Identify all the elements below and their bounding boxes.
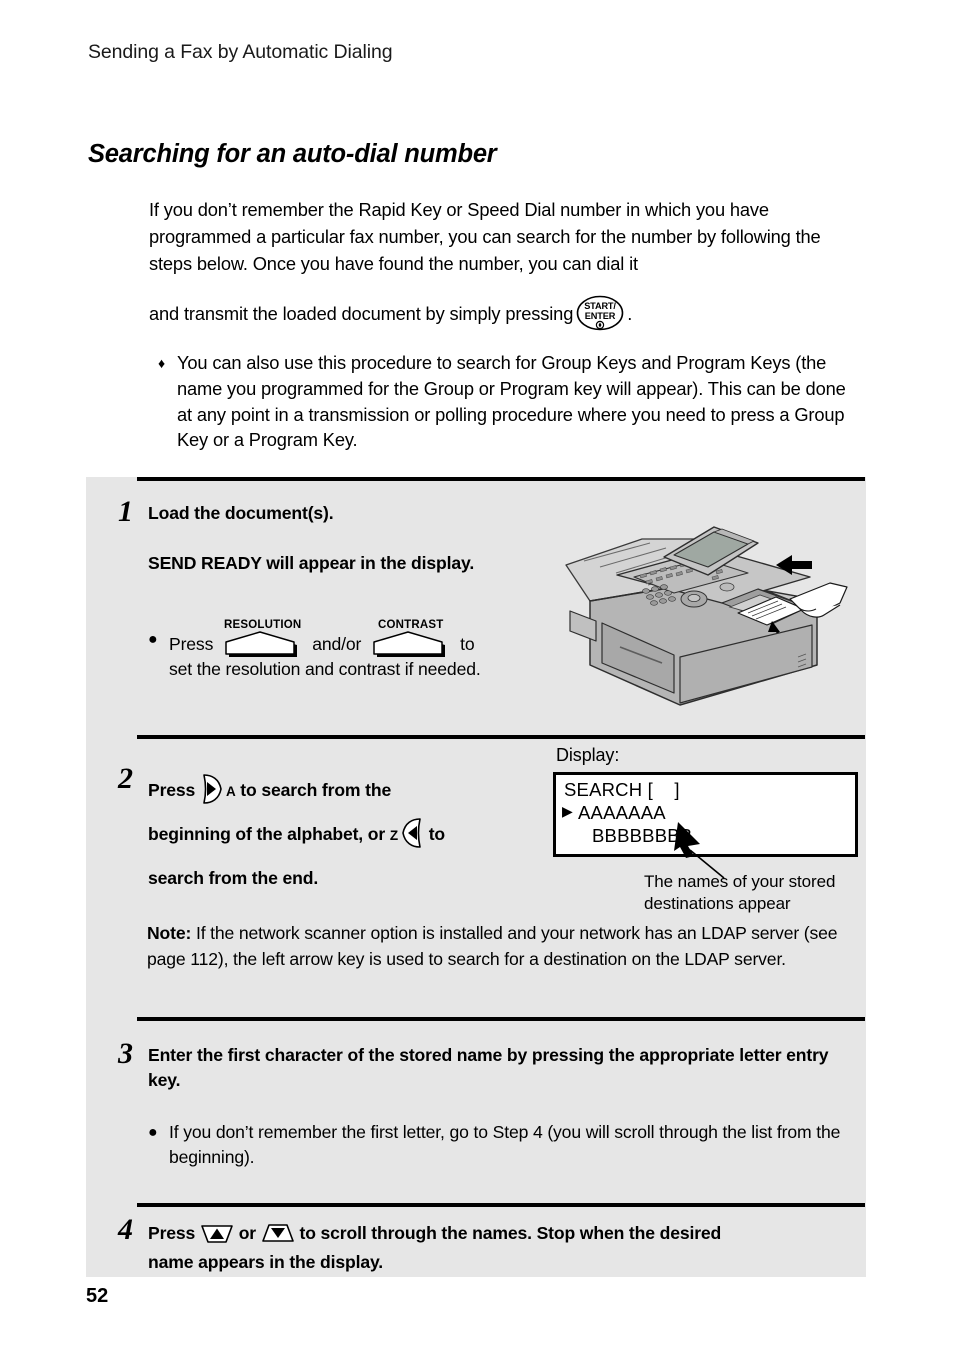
step-4-number: 4 [118,1213,133,1246]
scroll-down-key-icon[interactable] [261,1222,295,1244]
intro-paragraph-2: and transmit the loaded document by simp… [149,295,854,331]
intro-text-block: If you don’t remember the Rapid Key or S… [149,196,854,331]
step-4-press-label: Press [148,1223,196,1243]
running-header: Sending a Fax by Automatic Dialing [88,41,393,63]
page-number: 52 [86,1285,109,1307]
step-2-text-3: beginning of the alphabet, or [148,824,386,844]
step-1-line-1: Load the document(s). [148,503,334,523]
step-2-number: 2 [118,762,133,795]
step-3-number: 3 [118,1037,133,1070]
step-4-text-3: to scroll through the names. Stop when t… [299,1223,722,1243]
step-2-text-5: search from the end. [148,868,319,888]
step-1-bullet-tail: set the resolution and contrast if neede… [169,659,481,679]
note-text: If the network scanner option is install… [147,923,838,969]
intro-paragraph-2-text: and transmit the loaded document by simp… [149,302,574,324]
bullet-dot-icon: ● [148,631,158,648]
svg-text:ENTER: ENTER [585,311,616,321]
display-line-search: SEARCH [ ] [564,779,680,800]
page-title: Searching for an auto-dial number [88,140,497,168]
step-4-or-label: or [238,1223,256,1243]
diamond-note-text: You can also use this procedure to searc… [177,352,846,451]
step-1-andor-label: and/or [312,634,362,654]
step-divider-2 [137,735,865,739]
step-1-bullet-text: Press RESOLUTION and/or CONTRAST to set t… [169,619,548,682]
fax-machine-illustration: A [562,515,862,710]
svg-text:START/: START/ [584,301,616,311]
resolution-key-icon[interactable]: RESOLUTION [223,619,303,657]
step-1-press-label: Press [169,634,214,654]
step-divider-1 [137,477,865,481]
step-1-to-label: to [460,634,475,654]
manual-page: Sending a Fax by Automatic Dialing Searc… [0,0,954,1352]
step-3-line-1: Enter the first character of the stored … [148,1045,829,1090]
diamond-note: ♦ You can also use this procedure to sea… [158,350,858,453]
display-label: Display: [556,745,620,765]
step-1-bullet: ● Press RESOLUTION and/or CONTRAST to set… [148,619,548,682]
step-4-text-4: name appears in the display. [148,1252,384,1272]
scroll-up-key-icon[interactable] [200,1222,234,1244]
diamond-bullet-icon: ♦ [158,355,165,371]
step-3-bullet-text: If you don’t remember the first letter, … [169,1122,841,1167]
intro-paragraph-2-tail: . [627,302,633,324]
intro-paragraph-1: If you don’t remember the Rapid Key or S… [149,199,821,275]
display-entry-1-text: AAAAAAA [578,802,666,823]
ldap-note-paragraph: Note: If the network scanner option is i… [147,921,862,972]
step-2-text-4: to [428,824,445,844]
step-2-press-label: Press [148,780,196,800]
step-2-text: Press A to search from the beginning of t… [148,769,568,900]
start-enter-key-icon[interactable]: START/ENTER [576,295,624,331]
right-arrow-key-letter: A [225,784,236,799]
bullet-dot-icon: ● [148,1124,158,1141]
step-2-text-2: to search from the [240,780,392,800]
step-1-number: 1 [118,495,133,528]
right-arrow-key-icon[interactable] [200,772,226,806]
selection-caret-icon: ▶ [562,803,573,819]
step-1-line-2: SEND READY will appear in the display. [148,553,475,573]
step-3-bullet: ● If you don’t remember the first letter… [148,1120,858,1170]
step-4-text: Press or to scroll through the names. St… [148,1219,863,1277]
callout-text: The names of your stored destinations ap… [644,872,836,913]
contrast-key-icon[interactable]: CONTRAST [371,619,451,657]
display-line-entry-1: ▶ AAAAAAA [562,802,666,824]
left-arrow-key-letter: Z [389,828,398,843]
step-divider-3 [137,1017,865,1021]
note-label: Note: [147,923,192,943]
left-arrow-key-icon[interactable] [398,816,424,850]
step-divider-4 [137,1203,865,1207]
